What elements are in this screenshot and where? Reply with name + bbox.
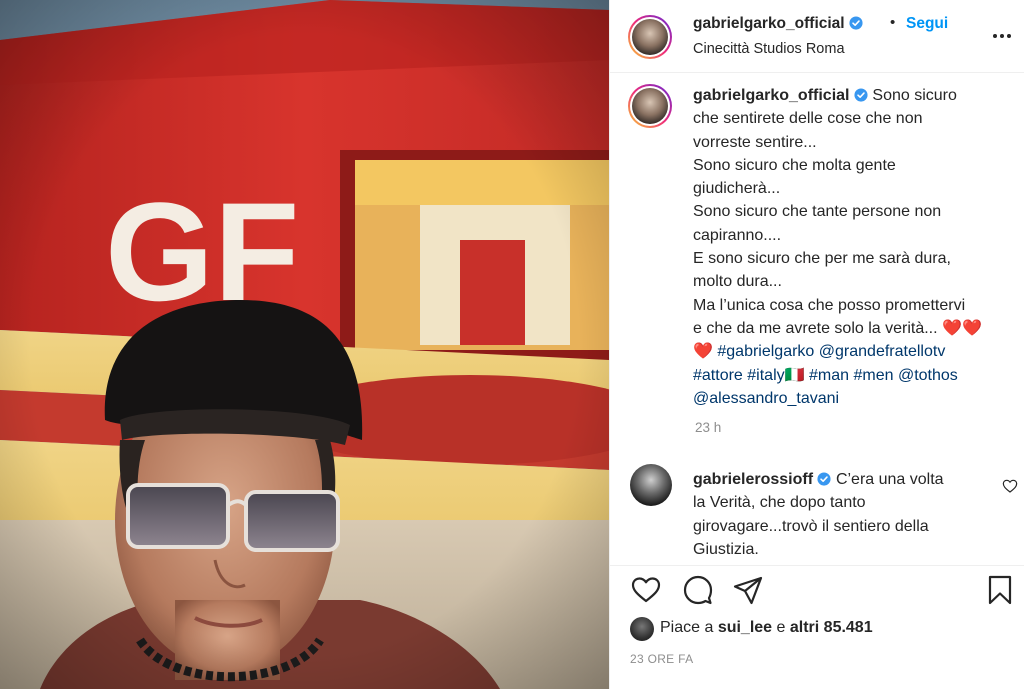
liker-avatar[interactable] <box>630 617 654 641</box>
commenter-avatar[interactable] <box>630 464 672 506</box>
caption-line: giudicherà... <box>693 180 781 198</box>
verified-badge-icon <box>849 16 863 30</box>
caption-line: e che da me avrete solo la verità... ❤️❤… <box>693 319 982 337</box>
hashtag-link[interactable]: #men <box>853 367 893 384</box>
comment: gabrielerossioff C’era una volta la Veri… <box>693 468 993 561</box>
more-options-icon[interactable] <box>990 24 1014 48</box>
caption-line: Sono sicuro che molta gente <box>693 156 896 174</box>
caption-line: Sono sicuro <box>872 87 957 104</box>
hashtag-link[interactable]: #man <box>809 367 849 384</box>
follow-button[interactable]: Segui <box>906 15 948 33</box>
likes-summary: Piace a sui_lee e altri 85.481 <box>630 616 1010 642</box>
caption-avatar[interactable] <box>628 84 672 128</box>
hashtag-link[interactable]: #gabrielgarko <box>717 343 814 360</box>
caption-time[interactable]: 23 h <box>695 420 721 435</box>
author-username[interactable]: gabrielgarko_official <box>693 15 863 33</box>
caption-line: che sentirete delle cose che non <box>693 110 923 128</box>
like-heart-icon[interactable] <box>630 574 662 606</box>
comments-section[interactable]: gabrielgarko_official Sono sicuro che se… <box>610 74 1024 564</box>
comment-line: la Verità, che dopo tanto <box>693 494 866 512</box>
header-separator: • <box>890 14 896 31</box>
comment-line: Giustizia. <box>693 540 759 558</box>
author-username-text[interactable]: gabrielgarko_official <box>693 15 845 32</box>
liker-username[interactable]: sui_lee <box>718 619 772 636</box>
post-image: GF <box>0 0 609 689</box>
caption-line: Ma l’unica cosa che posso promettervi <box>693 296 966 314</box>
caption-line: capiranno.... <box>693 226 782 244</box>
commenter-username[interactable]: gabrielerossioff <box>693 471 813 488</box>
verified-badge-icon <box>817 472 832 486</box>
comment-icon[interactable] <box>682 574 714 606</box>
caption-line: E sono sicuro che per me sarà dura, <box>693 250 951 268</box>
author-avatar[interactable] <box>628 15 672 59</box>
hashtag-link[interactable]: #italy🇮🇹 <box>747 367 804 384</box>
caption-line: molto dura... <box>693 273 782 291</box>
post-photo[interactable]: GF <box>0 0 609 689</box>
comment-line: C’era una volta <box>835 471 944 488</box>
comment-like-heart-icon[interactable] <box>1002 478 1018 494</box>
likes-count-link[interactable]: altri 85.481 <box>790 619 873 636</box>
likes-prefix: Piace a <box>660 619 718 636</box>
save-bookmark-icon[interactable] <box>984 574 1016 606</box>
caption-username[interactable]: gabrielgarko_official <box>693 87 850 104</box>
mention-link[interactable]: @tothos <box>898 367 958 384</box>
comment-line: girovagare...trovò il sentiero della <box>693 517 929 535</box>
post-location[interactable]: Cinecittà Studios Roma <box>693 41 845 57</box>
verified-badge-icon <box>854 88 868 102</box>
likes-middle: e <box>772 619 790 636</box>
post-side-panel: gabrielgarko_official • Segui Cinecittà … <box>609 0 1024 689</box>
post-date[interactable]: 23 ORE FA <box>630 652 693 666</box>
mention-link[interactable]: @alessandro_tavani <box>693 390 839 407</box>
hashtag-link[interactable]: #attore <box>693 367 743 384</box>
post-caption: gabrielgarko_official Sono sicuro che se… <box>693 84 998 410</box>
caption-line: vorreste sentire... <box>693 133 817 151</box>
caption-line: Sono sicuro che tante persone non <box>693 203 942 221</box>
post-header: gabrielgarko_official • Segui Cinecittà … <box>610 0 1024 73</box>
heart-emoji: ❤️ <box>693 343 713 361</box>
mention-link[interactable]: @grandefratellotv <box>819 343 946 360</box>
share-paper-plane-icon[interactable] <box>732 574 764 606</box>
post-actions <box>610 565 1024 615</box>
